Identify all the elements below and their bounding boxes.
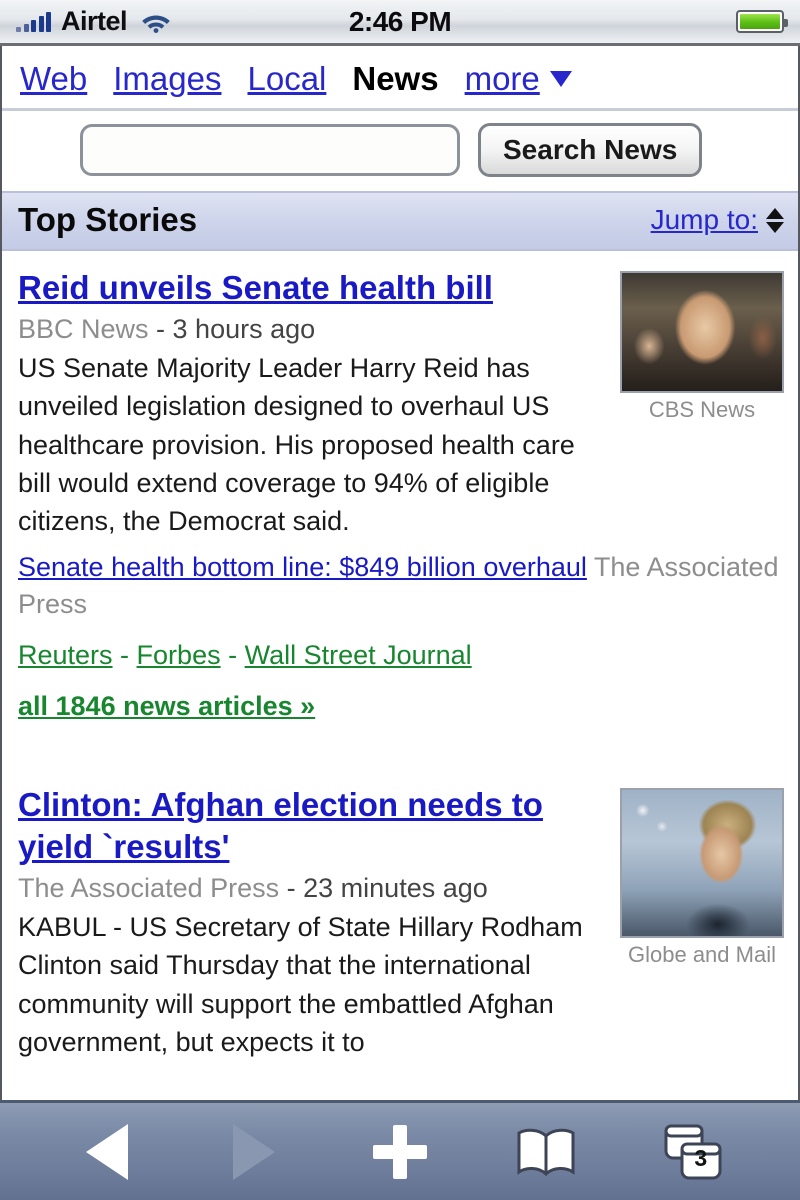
add-bookmark-button[interactable] (352, 1117, 448, 1187)
thumbnail-caption: Globe and Mail (628, 941, 776, 967)
status-bar: Airtel 2:46 PM (0, 0, 800, 46)
story-item: Clinton: Afghan election needs to yield … (2, 768, 798, 1072)
story-item: Reid unveils Senate health bill BBC News… (2, 251, 798, 732)
status-left-group: Airtel (16, 6, 171, 37)
story-divider (2, 731, 798, 768)
story-source: BBC News (18, 314, 149, 345)
thumbnail-caption: CBS News (648, 397, 756, 422)
browser-toolbar: 3 (0, 1100, 800, 1200)
story-header: Reid unveils Senate health bill BBC News… (18, 267, 784, 541)
story-snippet: US Senate Majority Leader Harry Reid has… (18, 352, 575, 537)
nav-link-local[interactable]: Local (247, 60, 326, 98)
other-sources: Reuters - Forbes - Wall Street Journal (18, 637, 784, 675)
nav-more-group[interactable]: more (465, 60, 572, 98)
story-thumbnail-block: Globe and Mail (620, 784, 784, 967)
google-service-nav: Web Images Local News more (2, 46, 798, 111)
story-source: The Associated Press (18, 873, 280, 904)
story-thumbnail-image[interactable] (620, 787, 784, 938)
story-thumbnail-image[interactable] (620, 271, 784, 393)
jump-to-link[interactable]: Jump to: (651, 204, 758, 236)
wifi-icon (141, 11, 171, 33)
related-story: Senate health bottom line: $849 billion … (18, 549, 784, 624)
story-thumbnail-block: CBS News (620, 267, 784, 422)
story-body: Clinton: Afghan election needs to yield … (18, 784, 606, 1062)
story-headline-link[interactable]: Clinton: Afghan election needs to yield … (18, 786, 543, 865)
all-news-articles-link[interactable]: all 1846 news articles » (18, 691, 315, 722)
source-link-forbes[interactable]: Forbes (137, 640, 221, 670)
nav-link-images[interactable]: Images (113, 60, 221, 98)
sort-arrows-icon[interactable] (766, 207, 784, 233)
search-bar: Search News (2, 111, 798, 191)
story-meta: The Associated Press - 23 minutes ago (18, 872, 606, 906)
story-body: Reid unveils Senate health bill BBC News… (18, 267, 606, 541)
source-link-reuters[interactable]: Reuters (18, 640, 113, 670)
battery-full-icon (736, 10, 788, 33)
chevron-down-icon (549, 71, 572, 87)
story-headline-link[interactable]: Reid unveils Senate health bill (18, 269, 493, 306)
bookmarks-button[interactable] (498, 1117, 594, 1187)
forward-arrow-icon (232, 1123, 275, 1180)
signal-bars-icon (16, 11, 51, 32)
book-icon (514, 1126, 578, 1178)
story-meta-separator: - (148, 314, 173, 345)
search-news-button[interactable]: Search News (478, 123, 703, 177)
browser-viewport: Web Images Local News more Search News T… (0, 46, 800, 1100)
back-arrow-icon (86, 1123, 129, 1180)
story-header: Clinton: Afghan election needs to yield … (18, 784, 784, 1062)
source-separator-1: - (112, 640, 137, 671)
back-button[interactable] (59, 1117, 155, 1187)
story-meta: BBC News - 3 hours ago (18, 313, 606, 347)
jump-to-group[interactable]: Jump to: (651, 204, 784, 236)
carrier-label: Airtel (61, 6, 128, 36)
search-input[interactable] (80, 124, 460, 176)
story-timestamp: 23 minutes ago (303, 873, 488, 904)
related-story-link[interactable]: Senate health bottom line: $849 billion … (18, 552, 587, 582)
nav-link-web[interactable]: Web (20, 60, 87, 98)
source-separator-2: - (220, 640, 245, 671)
tabs-count-label: 3 (694, 1145, 708, 1171)
top-stories-header: Top Stories Jump to: (2, 191, 798, 251)
story-snippet: KABUL - US Secretary of State Hillary Ro… (18, 912, 583, 1058)
phone-browser-screen: Airtel 2:46 PM Web Images Local News mor… (0, 0, 800, 1200)
tabs-button[interactable]: 3 (645, 1117, 741, 1187)
nav-link-more[interactable]: more (465, 60, 540, 98)
plus-icon (372, 1124, 427, 1179)
nav-link-news[interactable]: News (352, 60, 438, 98)
source-link-wsj[interactable]: Wall Street Journal (245, 640, 472, 670)
tabs-stack-icon: 3 (664, 1124, 722, 1180)
stories-list: Reid unveils Senate health bill BBC News… (2, 251, 798, 1072)
section-title: Top Stories (18, 201, 198, 238)
forward-button[interactable] (206, 1117, 302, 1187)
story-meta-separator: - (279, 873, 304, 904)
story-timestamp: 3 hours ago (172, 314, 316, 345)
